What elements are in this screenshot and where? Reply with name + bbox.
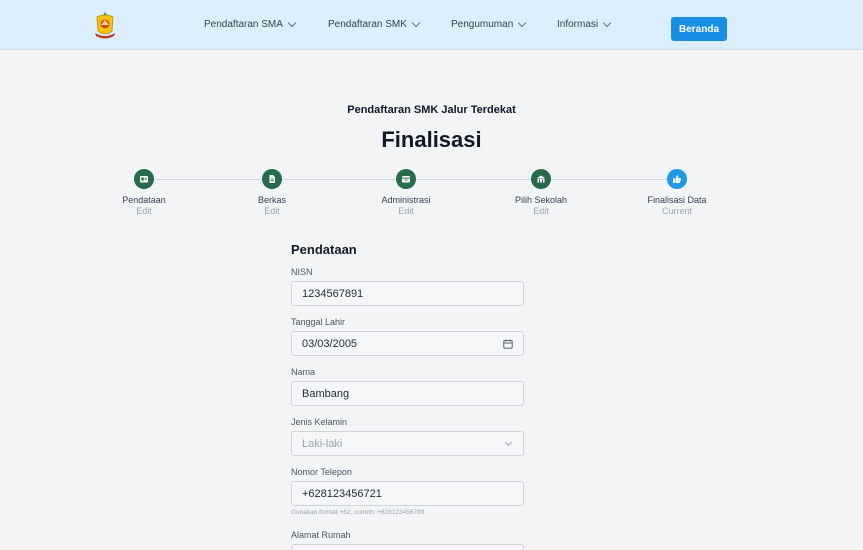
top-navbar: Pendaftaran SMA Pendaftaran SMK Pengumum… (0, 0, 863, 50)
tanggal-lahir-label: Tanggal Lahir (291, 317, 346, 327)
step-status: Current (661, 206, 692, 216)
step-pendataan[interactable]: Pendataan Edit (89, 169, 199, 217)
jenis-kelamin-value: Laki-laki (302, 437, 343, 450)
jenis-kelamin-select[interactable]: Laki-laki (291, 431, 524, 456)
nomor-telepon-label: Nomor Telepon (291, 467, 352, 477)
step-status: Edit (398, 206, 414, 216)
nisn-label: NISN (291, 267, 313, 277)
step-circle (262, 169, 282, 189)
chevron-down-icon (287, 18, 297, 27)
step-status: Edit (264, 206, 280, 216)
step-administrasi[interactable]: Administrasi Edit (351, 169, 461, 217)
nav-label: Informasi (557, 19, 599, 30)
tanggal-lahir-field[interactable]: 03/03/2005 (291, 331, 524, 356)
nav-pengumuman[interactable]: Pengumuman (451, 18, 527, 30)
nav-label: Pendaftaran SMK (328, 19, 407, 30)
step-pilih-sekolah[interactable]: Pilih Sekolah Edit (486, 169, 596, 217)
step-status: Edit (136, 206, 152, 216)
step-label: Pilih Sekolah (514, 195, 568, 205)
chevron-down-icon (504, 438, 513, 446)
step-finalisasi-data[interactable]: Finalisasi Data Current (622, 169, 732, 217)
tanggal-lahir-value: 03/03/2005 (302, 337, 358, 350)
step-label: Finalisasi Data (647, 195, 707, 205)
nav-pendaftaran-smk[interactable]: Pendaftaran SMK (328, 18, 421, 30)
step-circle (531, 169, 551, 189)
nomor-telepon-value: +628123456721 (302, 487, 382, 500)
chevron-down-icon (602, 18, 612, 27)
alamat-rumah-label: Alamat Rumah (291, 530, 351, 540)
step-label: Berkas (257, 195, 286, 205)
page-title: Finalisasi (381, 127, 482, 152)
nisn-field[interactable]: 1234567891 (291, 281, 524, 306)
jenis-kelamin-label: Jenis Kelamin (291, 417, 348, 427)
thumbs-up-icon (673, 175, 681, 183)
step-label: Administrasi (381, 195, 431, 205)
nomor-telepon-hint: Gunakan format +62, contoh: +62812345678… (291, 509, 425, 516)
logo-icon[interactable] (92, 11, 118, 40)
nama-value: Bambang (302, 387, 350, 400)
step-status: Edit (533, 206, 549, 216)
nav-label: Pendaftaran SMA (204, 19, 283, 30)
calendar-icon[interactable] (503, 339, 513, 349)
nama-label: Nama (291, 367, 316, 377)
nav-informasi[interactable]: Informasi (557, 18, 612, 30)
page-subtitle: Pendaftaran SMK Jalur Terdekat (347, 104, 516, 116)
form-heading: Pendataan (291, 242, 357, 257)
nisn-value: 1234567891 (302, 287, 364, 300)
chevron-down-icon (518, 18, 527, 27)
nav-pendaftaran-sma[interactable]: Pendaftaran SMA (204, 18, 297, 30)
step-berkas[interactable]: Berkas Edit (217, 169, 327, 217)
nav-label: Pengumuman (451, 19, 514, 30)
id-card-icon (140, 176, 148, 183)
alamat-rumah-field[interactable] (291, 544, 524, 550)
beranda-button[interactable]: Beranda (671, 17, 727, 41)
school-icon (537, 175, 545, 183)
nomor-telepon-field[interactable]: +628123456721 (291, 481, 524, 506)
step-circle (667, 169, 687, 189)
nama-field[interactable]: Bambang (291, 381, 524, 406)
chevron-down-icon (411, 18, 421, 27)
step-circle (134, 169, 154, 189)
document-icon (269, 175, 275, 183)
step-label: Pendataan (122, 195, 166, 205)
wallet-icon (402, 176, 410, 183)
step-circle (396, 169, 416, 189)
